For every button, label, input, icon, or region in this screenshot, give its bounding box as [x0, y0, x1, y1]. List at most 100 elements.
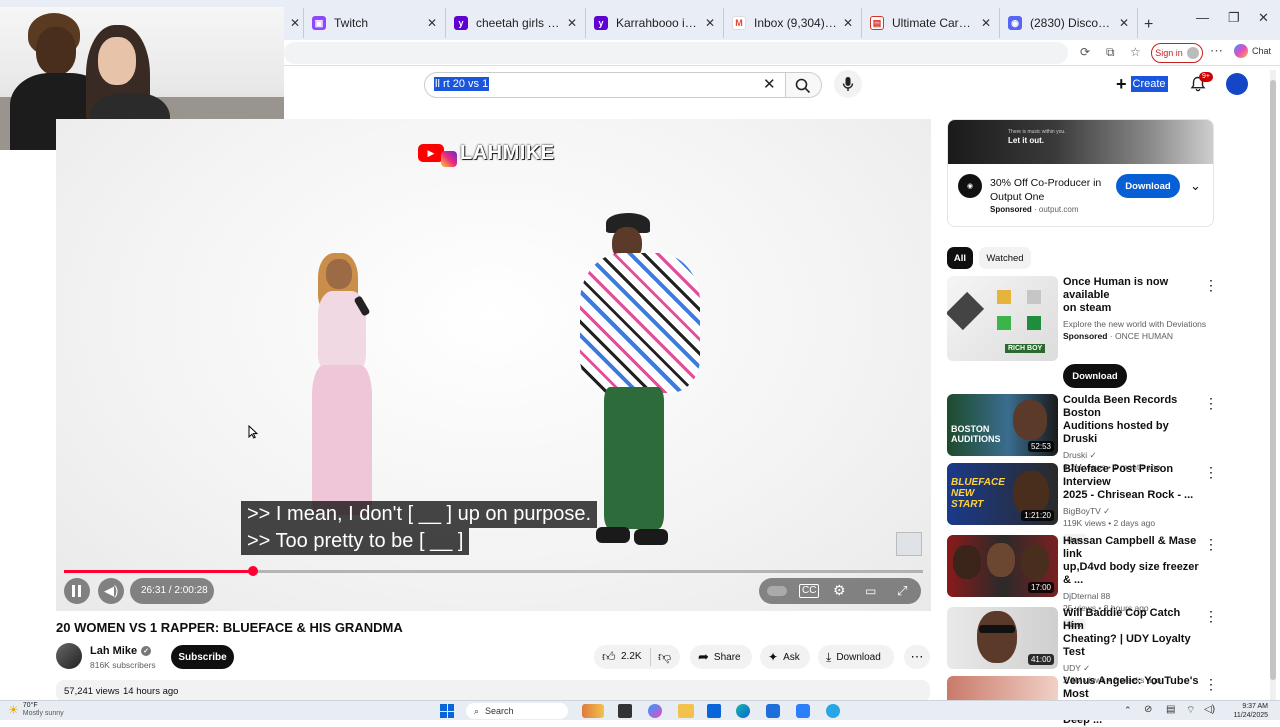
channel-avatar[interactable]	[56, 643, 82, 669]
sidebar-title-line-1: Hassan Campbell & Mase link	[1063, 535, 1197, 560]
kebab-menu-icon[interactable]: ⋮	[1204, 277, 1218, 294]
sign-in-button[interactable]: Sign in	[1151, 43, 1203, 63]
voice-search-button[interactable]	[834, 70, 862, 98]
maximize-button[interactable]: ❐	[1228, 10, 1240, 26]
woman-pants	[312, 365, 372, 515]
sidebar-thumb-5[interactable]	[947, 676, 1058, 700]
end-screen-thumbnail[interactable]	[896, 532, 922, 556]
sidebar-thumb-2[interactable]: BLUEFACE NEW START 1:21:20	[947, 463, 1058, 525]
video-player[interactable]: ▶ LAHMIKE >> I mean, I don't [ __ ] up o…	[56, 119, 931, 611]
close-icon[interactable]: ✕	[843, 16, 853, 30]
close-icon[interactable]: ✕	[1119, 16, 1129, 30]
progress-bar[interactable]	[64, 566, 923, 576]
taskbar-search-label: Search	[485, 706, 514, 716]
extensions-icon[interactable]: ⟳	[1080, 45, 1090, 59]
close-window-button[interactable]: ✕	[1258, 10, 1269, 26]
more-menu-icon[interactable]: ⋯	[1210, 43, 1223, 59]
description-box[interactable]: 57,241 views 14 hours ago	[56, 680, 930, 702]
fullscreen-icon[interactable]: ⤢	[897, 583, 907, 599]
sidebar-item-0[interactable]: Once Human is now available on steam Exp…	[1063, 276, 1206, 342]
dislike-icon[interactable]: 👎︎	[658, 649, 671, 665]
app-icon[interactable]	[796, 704, 810, 718]
kebab-menu-icon[interactable]: ⋮	[1204, 464, 1218, 481]
close-icon[interactable]: ✕	[567, 16, 577, 30]
tab-cheetah-girls[interactable]: y cheetah girls - - Image Sear ✕	[446, 8, 586, 38]
thumb-box	[997, 316, 1011, 330]
kebab-menu-icon[interactable]: ⋮	[1204, 676, 1218, 693]
speaker-icon[interactable]: ◁)	[1204, 704, 1215, 715]
clock[interactable]: 9:37 AM 11/24/2025	[1222, 702, 1268, 720]
minimize-button[interactable]: —	[1196, 10, 1209, 25]
captions-icon[interactable]: CC	[799, 584, 820, 598]
like-icon[interactable]: 👍︎	[602, 649, 616, 665]
settings-icon[interactable]: ⚙	[833, 582, 846, 599]
tray-icon[interactable]: ⊘	[1144, 704, 1152, 715]
kebab-menu-icon[interactable]: ⋮	[1204, 608, 1218, 625]
create-button[interactable]: + Create	[1116, 72, 1168, 96]
tab-twitch[interactable]: ▣ Twitch ✕	[304, 8, 446, 38]
sidebar-thumb-1[interactable]: BOSTON AUDITIONS 52:53	[947, 394, 1058, 456]
page-scrollbar[interactable]	[1270, 70, 1276, 700]
download-button[interactable]: ⤓ Download	[818, 645, 894, 669]
tab-discord[interactable]: ◉ (2830) Discord | # ıl-signu ✕	[1000, 8, 1138, 38]
favorites-icon[interactable]: ☆	[1130, 45, 1141, 59]
channel-name-link[interactable]: Lah Mike ✓	[90, 645, 152, 657]
ask-button[interactable]: ✦ Ask	[760, 645, 810, 669]
address-bar[interactable]	[284, 42, 1068, 64]
new-tab-button[interactable]: +	[1144, 16, 1153, 34]
close-icon[interactable]: ✕	[981, 16, 991, 30]
kebab-menu-icon[interactable]: ⋮	[1204, 536, 1218, 553]
file-explorer-icon[interactable]	[678, 704, 694, 718]
task-view-icon[interactable]	[618, 704, 632, 718]
kebab-menu-icon[interactable]: ⋮	[1204, 395, 1218, 412]
close-icon[interactable]: ✕	[290, 16, 300, 30]
split-view-icon[interactable]: ⧉	[1106, 45, 1115, 60]
wifi-icon[interactable]: ⌔	[1186, 704, 1195, 717]
windows-start-icon[interactable]	[440, 704, 454, 718]
sidebar-download-button[interactable]: Download	[1063, 364, 1127, 388]
sidebar-item-1[interactable]: Coulda Been Records Boston Auditions hos…	[1063, 394, 1203, 473]
sidebar-title-line-1: Blueface Post Prison Interview	[1063, 463, 1174, 488]
autoplay-toggle[interactable]	[767, 586, 787, 596]
tab-pdf[interactable]: ▤ Ultimate Carding Guide.pdf ✕	[862, 8, 1000, 38]
weather-widget[interactable]: ☀ 70°F Mostly sunny	[8, 702, 64, 718]
taskbar-search[interactable]: ⌕ Search	[466, 703, 568, 719]
edge-icon[interactable]	[736, 704, 750, 718]
subscribe-button[interactable]: Subscribe	[171, 645, 234, 669]
copilot-chat-button[interactable]: Chat	[1234, 44, 1271, 58]
app-icon[interactable]	[766, 704, 780, 718]
share-button[interactable]: ➦ Share	[690, 645, 752, 669]
copilot-taskbar-icon[interactable]	[648, 704, 662, 718]
close-icon[interactable]: ✕	[705, 16, 715, 30]
sidebar-thumb-0[interactable]: RICH BOY	[947, 276, 1058, 361]
theater-mode-icon[interactable]: ▭	[865, 584, 876, 598]
ad-download-button[interactable]: Download	[1116, 174, 1180, 198]
search-input[interactable]: ll rt 20 vs 1 ✕	[424, 72, 786, 98]
chevron-down-icon[interactable]: ⌄	[1190, 178, 1201, 194]
chip-watched[interactable]: Watched	[979, 247, 1031, 269]
search-button[interactable]	[786, 72, 822, 98]
account-avatar[interactable]	[1226, 73, 1248, 95]
ad-card[interactable]: There is music within you. Let it out. ◉…	[947, 119, 1214, 227]
sidebar-thumb-4[interactable]: 41:00	[947, 607, 1058, 669]
pause-button[interactable]	[64, 578, 90, 604]
chip-all[interactable]: All	[947, 247, 973, 269]
scrollbar-thumb[interactable]	[1270, 80, 1276, 680]
chat-label: Chat	[1252, 46, 1272, 56]
tab-karrahbooo[interactable]: y Karrahbooo images - - Ima ✕	[586, 8, 724, 38]
telegram-icon[interactable]	[826, 704, 840, 718]
tab-partial[interactable]: ✕	[284, 8, 304, 38]
store-icon[interactable]	[707, 704, 721, 718]
sidebar-thumb-3[interactable]: 17:00	[947, 535, 1058, 597]
volume-icon: ◀)	[104, 583, 119, 598]
close-icon[interactable]: ✕	[427, 16, 437, 30]
tray-icon[interactable]: ▤	[1166, 704, 1175, 715]
volume-button[interactable]: ◀)	[98, 578, 124, 604]
more-actions-button[interactable]: ⋯	[904, 645, 930, 669]
tray-overflow-icon[interactable]: ⌃	[1124, 705, 1132, 716]
widgets-icon[interactable]	[582, 704, 604, 718]
clear-search-icon[interactable]: ✕	[763, 75, 776, 93]
ad-title-line-2: Output One	[990, 191, 1045, 203]
tab-inbox[interactable]: M Inbox (9,304) - primeflexin ✕	[724, 8, 862, 38]
notifications-button[interactable]: 9+	[1190, 72, 1213, 97]
